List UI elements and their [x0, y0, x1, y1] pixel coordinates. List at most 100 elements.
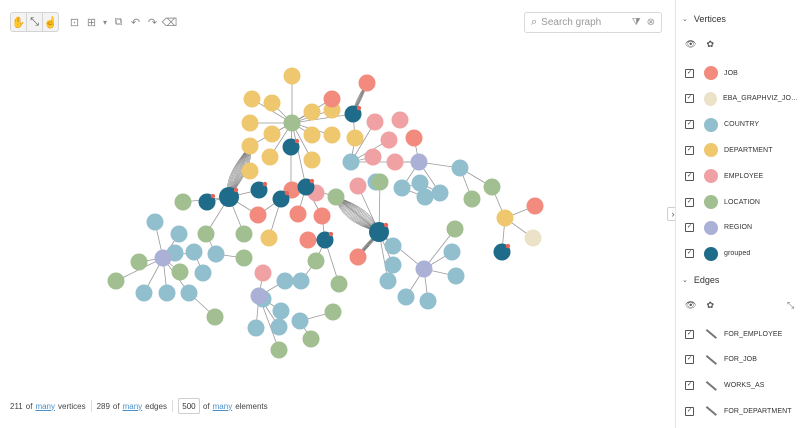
country-node[interactable]	[384, 256, 402, 274]
edge-legend-item[interactable]: ✓ FOR_EMPLOYEE	[685, 327, 800, 341]
vertices-section-header[interactable]: ⌄ Vertices	[682, 14, 726, 24]
eye-icon[interactable]: 👁	[685, 300, 696, 311]
location-node[interactable]	[235, 249, 253, 267]
filter-icon[interactable]: ⧩	[632, 17, 641, 28]
country-node[interactable]	[158, 284, 176, 302]
country-node[interactable]	[443, 243, 461, 261]
visibility-checkbox[interactable]: ✓	[685, 94, 694, 104]
location-node[interactable]	[174, 193, 192, 211]
country-node[interactable]	[416, 188, 434, 206]
layout-icon[interactable]: ⊞	[84, 13, 99, 31]
employee-node[interactable]	[349, 177, 367, 195]
clear-icon[interactable]: ⊗	[647, 17, 655, 28]
location-node[interactable]	[324, 303, 342, 321]
country-node[interactable]	[194, 264, 212, 282]
eraser-icon[interactable]: ⌫	[162, 13, 178, 31]
eba-node[interactable]	[524, 229, 542, 247]
many-edges-link[interactable]: many	[123, 402, 143, 411]
department-node[interactable]	[263, 125, 281, 143]
expand-icon[interactable]: ⤡	[787, 300, 794, 311]
visibility-checkbox[interactable]: ✓	[685, 68, 694, 78]
palette-icon[interactable]: ✿	[706, 300, 714, 311]
country-node[interactable]	[146, 213, 164, 231]
graph-edge[interactable]	[291, 113, 354, 124]
department-node[interactable]	[241, 114, 259, 132]
select-tool-icon[interactable]: ☝	[43, 13, 58, 31]
graph-svg[interactable]	[0, 0, 672, 428]
vertex-legend-item[interactable]: ✓ COUNTRY	[685, 117, 800, 132]
visibility-checkbox[interactable]: ✓	[685, 381, 694, 391]
visibility-checkbox[interactable]: ✓	[685, 223, 694, 233]
job-node[interactable]	[405, 129, 423, 147]
country-node[interactable]	[397, 288, 415, 306]
fit-view-icon[interactable]: ⊡	[67, 13, 82, 31]
edge-legend-item[interactable]: ✓ FOR_JOB	[685, 353, 800, 367]
location-node[interactable]	[283, 114, 301, 132]
location-node[interactable]	[483, 178, 501, 196]
layout-dropdown-icon[interactable]: ▾	[101, 13, 109, 31]
department-node[interactable]	[323, 126, 341, 144]
country-node[interactable]	[247, 319, 265, 337]
location-node[interactable]	[463, 190, 481, 208]
country-node[interactable]	[272, 302, 290, 320]
country-node[interactable]	[185, 243, 203, 261]
visibility-checkbox[interactable]: ✓	[685, 197, 694, 207]
department-node[interactable]	[241, 137, 259, 155]
department-node[interactable]	[283, 67, 301, 85]
vertex-legend-item[interactable]: ✓ EBA_GRAPHVIZ_JOB_...	[685, 91, 800, 106]
job-node[interactable]	[249, 206, 267, 224]
department-node[interactable]	[243, 90, 261, 108]
country-node[interactable]	[207, 245, 225, 263]
country-node[interactable]	[384, 237, 402, 255]
job-node[interactable]	[323, 90, 341, 108]
visibility-checkbox[interactable]: ✓	[685, 145, 694, 155]
vertex-legend-item[interactable]: ✓ REGION	[685, 220, 800, 235]
location-node[interactable]	[197, 225, 215, 243]
department-node[interactable]	[241, 162, 259, 180]
pan-tool-icon[interactable]: ✋	[11, 13, 27, 31]
employee-node[interactable]	[366, 113, 384, 131]
visibility-checkbox[interactable]: ✓	[685, 171, 694, 181]
visibility-checkbox[interactable]: ✓	[685, 406, 694, 416]
visibility-checkbox[interactable]: ✓	[685, 329, 694, 339]
country-node[interactable]	[393, 179, 411, 197]
country-node[interactable]	[291, 312, 309, 330]
country-node[interactable]	[170, 225, 188, 243]
country-node[interactable]	[447, 267, 465, 285]
location-node[interactable]	[206, 308, 224, 326]
country-node[interactable]	[276, 272, 294, 290]
vertex-legend-item[interactable]: ✓ JOB	[685, 66, 800, 80]
location-node[interactable]	[307, 252, 325, 270]
region-node[interactable]	[250, 287, 268, 305]
location-node[interactable]	[130, 253, 148, 271]
visibility-checkbox[interactable]: ✓	[685, 355, 694, 365]
department-node[interactable]	[260, 229, 278, 247]
many-elements-link[interactable]: many	[213, 402, 233, 411]
location-node[interactable]	[235, 225, 253, 243]
many-vertices-link[interactable]: many	[35, 402, 55, 411]
department-node[interactable]	[303, 103, 321, 121]
job-node[interactable]	[313, 207, 331, 225]
search-box[interactable]: ⌕ ⧩ ⊗	[524, 12, 662, 33]
job-node[interactable]	[299, 231, 317, 249]
location-node[interactable]	[327, 188, 345, 206]
edge-legend-item[interactable]: ✓ FOR_DEPARTMENT	[685, 404, 800, 418]
zoom-tool-icon[interactable]: ⤡	[27, 13, 43, 31]
vertex-legend-item[interactable]: ✓ DEPARTMENT	[685, 143, 800, 158]
edge-legend-item[interactable]: ✓ WORKS_AS	[685, 379, 800, 393]
redo-icon[interactable]: ↷	[145, 13, 160, 31]
country-node[interactable]	[379, 272, 397, 290]
employee-node[interactable]	[386, 153, 404, 171]
country-node[interactable]	[292, 272, 310, 290]
department-node[interactable]	[261, 148, 279, 166]
region-node[interactable]	[410, 153, 428, 171]
location-node[interactable]	[330, 275, 348, 293]
department-node[interactable]	[346, 129, 364, 147]
country-node[interactable]	[342, 153, 360, 171]
department-node[interactable]	[303, 126, 321, 144]
region-node[interactable]	[415, 260, 433, 278]
location-node[interactable]	[371, 173, 389, 191]
palette-icon[interactable]: ✿	[706, 39, 714, 50]
vertex-legend-item[interactable]: ✓ EMPLOYEE	[685, 169, 800, 184]
vertex-legend-item[interactable]: ✓ LOCATION	[685, 195, 800, 209]
